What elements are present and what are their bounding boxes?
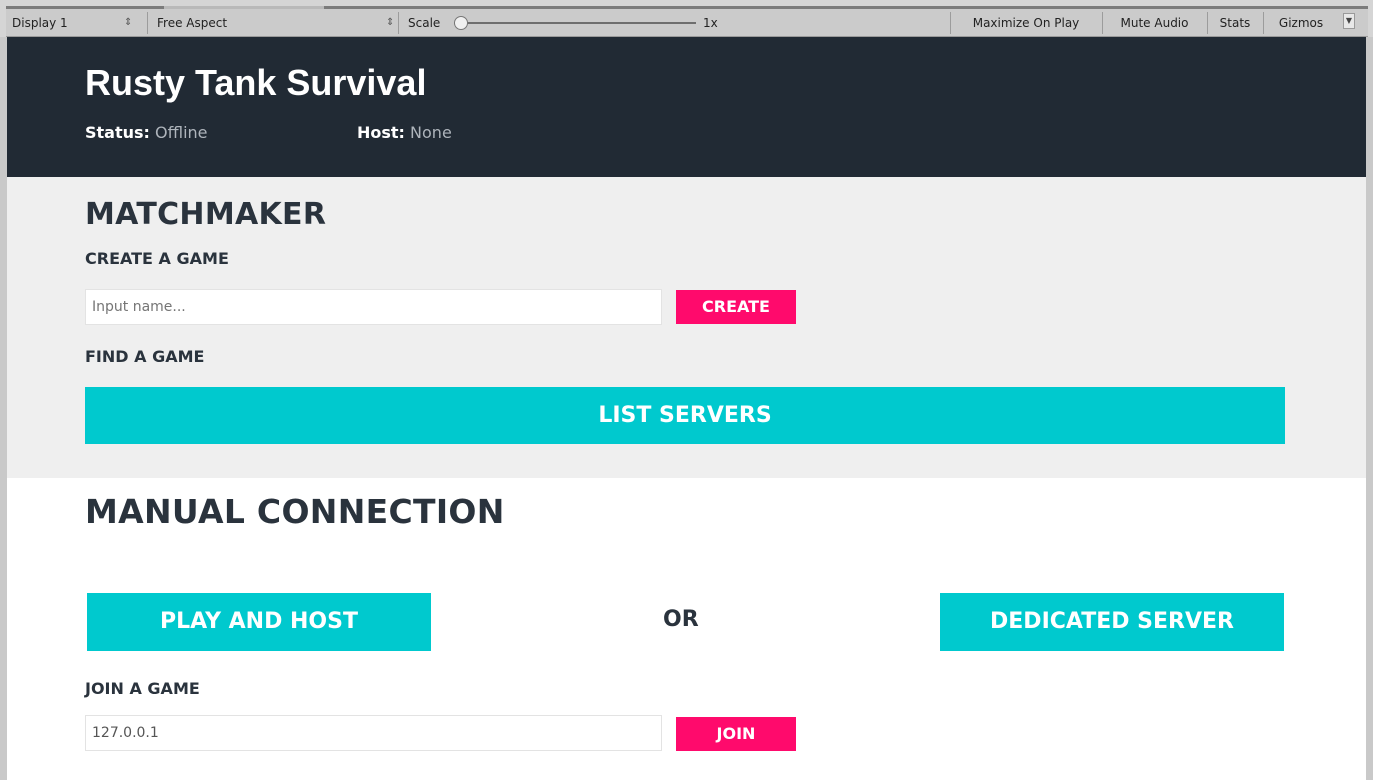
find-game-heading: FIND A GAME bbox=[85, 347, 205, 366]
dedicated-server-button[interactable]: DEDICATED SERVER bbox=[940, 593, 1284, 651]
game-view: Rusty Tank Survival Status: Offline Host… bbox=[7, 37, 1366, 780]
scale-slider-track[interactable] bbox=[454, 22, 696, 24]
stats-button[interactable]: Stats bbox=[1207, 9, 1263, 37]
aspect-dropdown-arrow-icon[interactable]: ⇕ bbox=[386, 9, 394, 37]
aspect-dropdown[interactable]: Free Aspect bbox=[157, 9, 227, 37]
mute-audio-button[interactable]: Mute Audio bbox=[1102, 9, 1207, 37]
toolbar-bar: Display 1 ⇕ Free Aspect ⇕ Scale 1x Maxim… bbox=[6, 9, 1368, 37]
join-button[interactable]: JOIN bbox=[676, 717, 796, 751]
or-separator: OR bbox=[663, 607, 699, 632]
play-and-host-button[interactable]: PLAY AND HOST bbox=[87, 593, 431, 651]
display-dropdown[interactable]: Display 1 bbox=[12, 9, 68, 37]
matchmaker-heading: MATCHMAKER bbox=[85, 197, 327, 232]
scale-slider-handle[interactable] bbox=[454, 16, 468, 30]
maximize-on-play-button[interactable]: Maximize On Play bbox=[950, 9, 1102, 37]
toolbar-divider bbox=[1263, 12, 1264, 34]
window-edge bbox=[1366, 37, 1373, 780]
create-button[interactable]: CREATE bbox=[676, 290, 796, 324]
matchmaker-panel: MATCHMAKER CREATE A GAME CREATE FIND A G… bbox=[7, 177, 1366, 478]
toolbar-divider bbox=[147, 12, 148, 34]
manual-connection-heading: MANUAL CONNECTION bbox=[85, 492, 505, 531]
game-title: Rusty Tank Survival bbox=[85, 62, 427, 103]
display-label: Display 1 bbox=[12, 16, 68, 30]
scale-label: Scale bbox=[408, 16, 441, 30]
header-panel: Rusty Tank Survival Status: Offline Host… bbox=[7, 37, 1366, 177]
status-label: Status: bbox=[85, 123, 150, 142]
display-dropdown-arrow-icon[interactable]: ⇕ bbox=[124, 9, 132, 37]
status-indicator: Status: Offline bbox=[85, 123, 208, 142]
host-value: None bbox=[410, 123, 452, 142]
gizmos-button[interactable]: Gizmos bbox=[1265, 9, 1337, 37]
create-game-heading: CREATE A GAME bbox=[85, 249, 229, 268]
host-label: Host: bbox=[357, 123, 405, 142]
list-servers-button[interactable]: LIST SERVERS bbox=[85, 387, 1285, 444]
scale-value: 1x bbox=[703, 16, 718, 30]
toolbar-divider bbox=[398, 12, 399, 34]
status-value: Offline bbox=[155, 123, 208, 142]
join-game-heading: JOIN A GAME bbox=[85, 679, 200, 698]
gizmos-dropdown-arrow-icon[interactable]: ▼ bbox=[1343, 13, 1355, 29]
game-name-input[interactable] bbox=[85, 289, 662, 325]
ip-address-input[interactable]: 127.0.0.1 bbox=[85, 715, 662, 751]
aspect-label: Free Aspect bbox=[157, 16, 228, 30]
game-view-toolbar: Display 1 ⇕ Free Aspect ⇕ Scale 1x Maxim… bbox=[0, 0, 1373, 37]
host-indicator: Host: None bbox=[357, 123, 452, 142]
